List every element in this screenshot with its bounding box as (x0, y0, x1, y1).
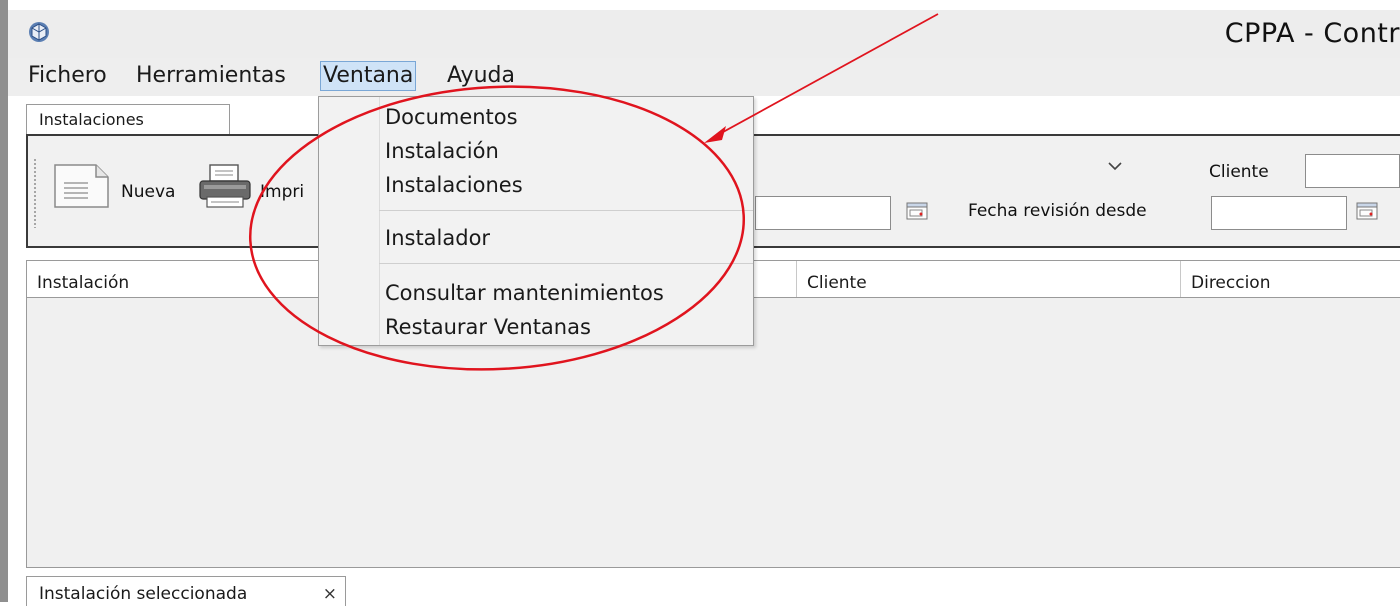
fecha-revision-input[interactable] (1211, 196, 1347, 230)
menu-separator (379, 210, 753, 211)
menu-item-consultar-mantenimientos[interactable]: Consultar mantenimientos (385, 281, 664, 305)
cliente-label: Cliente (1209, 162, 1269, 182)
menu-icon-gutter (379, 97, 380, 345)
menu-fichero[interactable]: Fichero (26, 61, 109, 91)
menu-item-documentos[interactable]: Documentos (385, 105, 518, 129)
column-header-cliente[interactable]: Cliente (797, 261, 1181, 297)
window-title: CPPA - Contr (1224, 18, 1400, 49)
menu-item-instalador[interactable]: Instalador (385, 226, 490, 250)
menu-item-instalaciones[interactable]: Instalaciones (385, 173, 523, 197)
menu-bar: Fichero Herramientas Ventana Ayuda (8, 58, 1400, 96)
close-icon[interactable]: × (323, 577, 337, 611)
filter-combo[interactable] (755, 154, 1131, 188)
column-header-direccion[interactable]: Direccion (1181, 261, 1399, 297)
window-frame-edge (0, 0, 8, 602)
print-button[interactable]: Impri (260, 182, 304, 202)
menu-ventana[interactable]: Ventana (320, 61, 417, 91)
cliente-input[interactable] (1305, 154, 1400, 188)
menu-ayuda[interactable]: Ayuda (445, 61, 517, 91)
menu-herramientas[interactable]: Herramientas (134, 61, 288, 91)
fecha-revision-label: Fecha revisión desde (968, 201, 1147, 221)
new-document-icon (54, 164, 109, 208)
menu-separator (379, 263, 753, 264)
app-cube-icon (29, 22, 49, 42)
calendar-icon[interactable] (906, 202, 928, 220)
ventana-dropdown-menu: Documentos Instalación Instalaciones Ins… (318, 96, 754, 346)
printer-icon (199, 164, 251, 208)
tab-label: Instalación seleccionada (39, 584, 248, 604)
menu-item-instalacion[interactable]: Instalación (385, 139, 499, 163)
tab-instalaciones[interactable]: Instalaciones (26, 104, 230, 134)
title-bar: CPPA - Contr (8, 10, 1400, 58)
chevron-down-icon (1107, 158, 1123, 179)
date-from-input[interactable] (755, 196, 891, 230)
calendar-icon[interactable] (1356, 202, 1378, 220)
new-button[interactable]: Nueva (121, 182, 175, 202)
menu-item-restaurar-ventanas[interactable]: Restaurar Ventanas (385, 315, 591, 339)
toolbar-grip-handle[interactable] (33, 158, 37, 228)
